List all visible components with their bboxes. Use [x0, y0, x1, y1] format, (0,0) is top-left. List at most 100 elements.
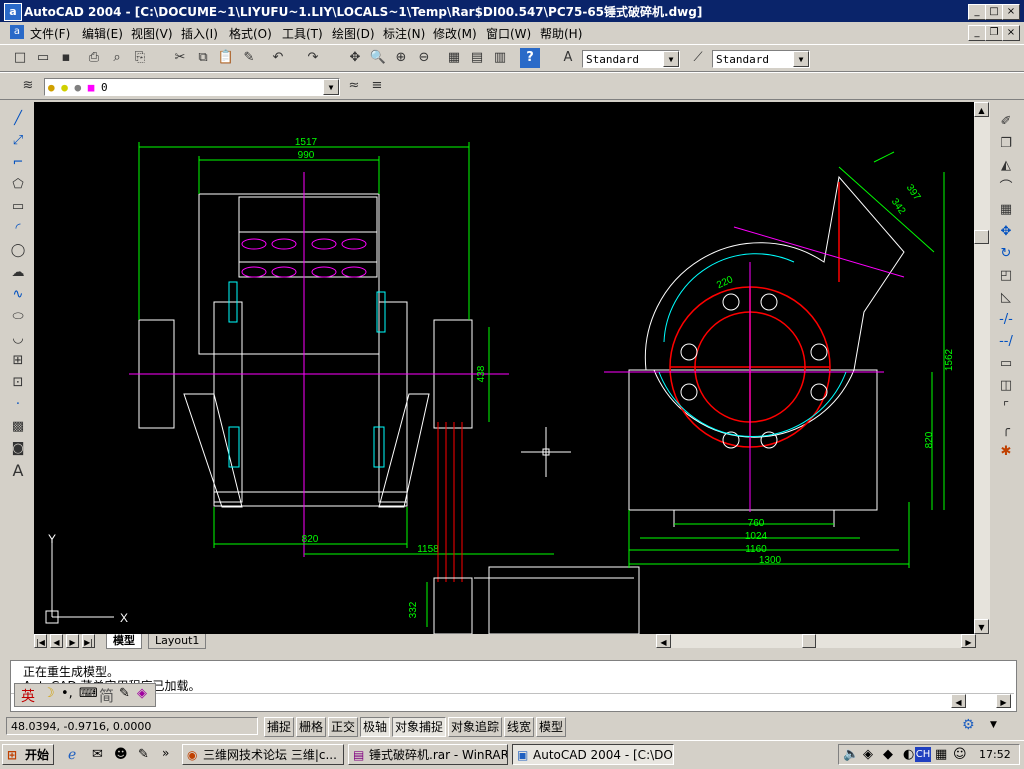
doc-close-button[interactable]: ×	[1002, 25, 1020, 41]
revision-cloud-icon[interactable]: ☁	[8, 263, 28, 283]
offset-icon[interactable]: ⌒	[996, 178, 1016, 198]
break-icon[interactable]: ▭	[996, 354, 1016, 374]
task-forum[interactable]: ◉ 三维网技术论坛 三维|c...	[182, 744, 344, 765]
menu-file[interactable]: 文件(F)	[30, 25, 70, 42]
menu-format[interactable]: 格式(O)	[229, 25, 272, 42]
scroll-left-icon[interactable]: ◀	[656, 634, 671, 648]
publish-icon[interactable]: ⎘	[130, 48, 150, 68]
redo-icon[interactable]: ↷	[303, 48, 323, 68]
text-style-select[interactable]: Standard ▼	[582, 50, 680, 68]
volume-icon[interactable]: 🔈	[843, 747, 859, 762]
save-icon[interactable]: ▪	[56, 48, 76, 68]
h-scroll-thumb[interactable]	[802, 634, 816, 648]
menu-view[interactable]: 视图(V)	[131, 25, 173, 42]
menu-tools[interactable]: 工具(T)	[282, 25, 323, 42]
multiline-text-icon[interactable]: A	[8, 461, 28, 481]
tab-model[interactable]: 模型	[106, 634, 142, 649]
tab-layout1[interactable]: Layout1	[148, 634, 207, 649]
punctuation-icon[interactable]: •,	[61, 686, 73, 701]
menu-draw[interactable]: 绘图(D)	[332, 25, 375, 42]
ime-lang[interactable]: 英	[21, 686, 35, 706]
polyline-icon[interactable]: ⌐	[8, 153, 28, 173]
fillet-icon[interactable]: ╭	[996, 420, 1016, 440]
region-icon[interactable]: ◙	[8, 439, 28, 459]
extend-icon[interactable]: --/	[996, 332, 1016, 352]
layer-previous-icon[interactable]: ≡	[367, 76, 387, 96]
osnap-toggle[interactable]: 对象捕捉	[392, 717, 447, 737]
model-toggle[interactable]: 模型	[536, 717, 567, 737]
document-icon[interactable]: a	[10, 25, 24, 39]
task-autocad[interactable]: ▣ AutoCAD 2004 - [C:\DOC...	[512, 744, 674, 765]
quicklaunch-more-icon[interactable]: »	[162, 746, 169, 760]
network-icon[interactable]: ◈	[863, 747, 873, 762]
scale-icon[interactable]: ◰	[996, 266, 1016, 286]
copy-object-icon[interactable]: ❐	[996, 134, 1016, 154]
paste-icon[interactable]: 📋	[216, 48, 236, 68]
communication-center-icon[interactable]: ⚙	[962, 717, 975, 733]
point-icon[interactable]: ·	[8, 395, 28, 415]
make-block-icon[interactable]: ⊡	[8, 373, 28, 393]
arc-icon[interactable]: ◜	[8, 219, 28, 239]
ellipse-arc-icon[interactable]: ◡	[8, 329, 28, 349]
stretch-icon[interactable]: ◺	[996, 288, 1016, 308]
construction-line-icon[interactable]: ⤢	[8, 131, 28, 151]
explode-icon[interactable]: ✱	[996, 442, 1016, 462]
move-icon[interactable]: ✥	[996, 222, 1016, 242]
drawing-canvas[interactable]: 1517 990 438 820 1158 332 397 342 220 15…	[34, 102, 974, 634]
doc-restore-button[interactable]: ❐	[985, 25, 1003, 41]
mirror-icon[interactable]: ◭	[996, 156, 1016, 176]
scroll-up-icon[interactable]: ▲	[974, 102, 989, 117]
ortho-toggle[interactable]: 正交	[328, 717, 359, 737]
horizontal-scrollbar[interactable]: ◀ ▶	[656, 634, 976, 648]
scroll-right-icon[interactable]: ▶	[961, 634, 976, 648]
last-tab-icon[interactable]: ▶|	[82, 634, 95, 648]
menu-edit[interactable]: 编辑(E)	[82, 25, 123, 42]
menu-help[interactable]: 帮助(H)	[540, 25, 582, 42]
pan-icon[interactable]: ✥	[345, 48, 365, 68]
text-style-icon[interactable]: A	[558, 48, 578, 68]
moon-icon[interactable]: ☽	[43, 686, 55, 701]
menu-dimension[interactable]: 标注(N)	[383, 25, 425, 42]
open-file-icon[interactable]: ▭	[33, 48, 53, 68]
outlook-icon[interactable]: ✉	[92, 747, 103, 762]
rotate-icon[interactable]: ↻	[996, 244, 1016, 264]
cmd-scroll-left-icon[interactable]: ◀	[951, 694, 966, 708]
next-tab-icon[interactable]: ▶	[66, 634, 79, 648]
maximize-button[interactable]: □	[985, 4, 1003, 20]
zoom-realtime-icon[interactable]: 🔍	[368, 48, 388, 68]
trim-icon[interactable]: -/-	[996, 310, 1016, 330]
status-menu-chevron-icon[interactable]: ▼	[990, 720, 997, 730]
autocad-app-icon[interactable]: a	[4, 3, 22, 21]
new-file-icon[interactable]: □	[10, 48, 30, 68]
rectangle-icon[interactable]: ▭	[8, 197, 28, 217]
minimize-button[interactable]: _	[968, 4, 986, 20]
chamfer-icon[interactable]: ⌜	[996, 398, 1016, 418]
clock[interactable]: 17:52	[979, 748, 1011, 761]
menu-modify[interactable]: 修改(M)	[433, 25, 477, 42]
security-icon[interactable]: ◆	[883, 747, 893, 762]
help-icon[interactable]: ?	[520, 48, 540, 68]
dim-style-icon[interactable]: ⟋	[688, 48, 708, 68]
otrack-toggle[interactable]: 对象追踪	[448, 717, 503, 737]
line-icon[interactable]: ╱	[8, 109, 28, 129]
close-button[interactable]: ×	[1002, 4, 1020, 20]
chevron-down-icon[interactable]: ▼	[793, 51, 809, 67]
grid-toggle[interactable]: 栅格	[296, 717, 327, 737]
insert-block-icon[interactable]: ⊞	[8, 351, 28, 371]
menu-insert[interactable]: 插入(I)	[181, 25, 218, 42]
user-icon[interactable]: ☺	[953, 747, 967, 762]
design-center-icon[interactable]: ▤	[467, 48, 487, 68]
task-winrar[interactable]: ▤ 锤式破碎机.rar - WinRAR	[348, 744, 508, 765]
cut-icon[interactable]: ✂	[170, 48, 190, 68]
scroll-thumb[interactable]	[974, 230, 989, 244]
first-tab-icon[interactable]: |◀	[34, 634, 47, 648]
command-window[interactable]: 正在重生成模型。 AutoCAD 菜单实用程序已加载。 ◀ ▶	[10, 660, 1017, 712]
title-bar[interactable]: a AutoCAD 2004 - [C:\DOCUME~1\LIYUFU~1.L…	[0, 0, 1024, 22]
tray-app-icon[interactable]: ◐	[903, 747, 914, 762]
menu-window[interactable]: 窗口(W)	[486, 25, 531, 42]
vertical-scrollbar[interactable]: ▲ ▼	[974, 102, 990, 634]
ellipse-icon[interactable]: ⬭	[8, 307, 28, 327]
ime-mode[interactable]: 简	[99, 685, 114, 706]
keyboard-icon[interactable]: ⌨	[79, 686, 98, 701]
snap-toggle[interactable]: 捕捉	[264, 717, 295, 737]
